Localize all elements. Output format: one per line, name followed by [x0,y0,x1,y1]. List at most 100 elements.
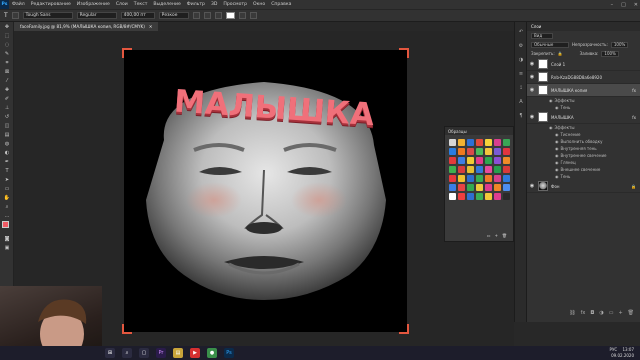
layers-panel-tab[interactable]: Слои [527,22,640,31]
align-center-button[interactable] [203,12,211,19]
brush-tool-icon[interactable]: ✐ [2,95,12,103]
maximize-icon[interactable]: □ [621,2,626,8]
color-swatch[interactable] [449,166,456,173]
color-swatch[interactable] [467,193,474,200]
color-swatch[interactable] [467,139,474,146]
color-swatch[interactable] [449,148,456,155]
youtube-app-icon[interactable]: ▶ [190,348,200,358]
fx-effect-item[interactable]: ◉ Внутренняя тень [527,145,640,152]
fx-effect-item[interactable]: ◉ Глянец [527,159,640,166]
fx-effect-item[interactable]: ◉ Выполнить обводку [527,138,640,145]
layer-row-selected[interactable]: ◉ МАЛЫШКА копия fx [527,84,640,97]
clock-time[interactable]: 13:07 [622,347,634,352]
screen-mode-icon[interactable]: ▣ [2,244,12,252]
align-right-button[interactable] [214,12,222,19]
add-mask-icon[interactable]: ◘ [590,310,594,318]
properties-icon[interactable]: ⚙ [517,42,525,50]
color-swatch[interactable] [449,193,456,200]
color-swatch[interactable] [494,157,501,164]
fx-icon[interactable]: fx [632,115,640,120]
close-icon[interactable]: ✕ [634,2,638,8]
fx-effect-item[interactable]: ◉ Внешнее свечение [527,166,640,173]
fx-effect-item[interactable]: ◉ Тень [527,104,640,111]
zoom-tool-icon[interactable]: ⌕ [2,203,12,211]
color-swatch[interactable] [449,157,456,164]
document-canvas[interactable]: МАЛЫШКА [122,48,409,334]
layer-kind-filter[interactable]: Вид [531,32,553,39]
channels-icon[interactable]: ≡ [517,70,525,78]
paths-icon[interactable]: ⟟ [517,84,525,92]
menu-3d[interactable]: 3D [208,2,220,7]
color-swatch[interactable] [485,193,492,200]
fill-input[interactable]: 100% [601,50,619,57]
menu-filter[interactable]: Фильтр [184,2,208,7]
color-swatch[interactable] [503,184,510,191]
character-panel-button[interactable] [249,12,257,19]
blur-tool-icon[interactable]: ◍ [2,140,12,148]
color-swatch[interactable] [494,139,501,146]
color-swatch[interactable] [467,148,474,155]
healing-brush-tool-icon[interactable]: ✚ [2,86,12,94]
menu-type[interactable]: Текст [131,2,151,7]
marquee-tool-icon[interactable]: ⬚ [2,32,12,40]
quick-mask-icon[interactable]: ◙ [2,235,12,243]
hand-tool-icon[interactable]: ✋ [2,194,12,202]
clone-stamp-tool-icon[interactable]: ⊥ [2,104,12,112]
photoshop-logo-icon[interactable]: Ps [0,0,9,9]
warp-text-button[interactable] [238,12,246,19]
color-swatch[interactable] [503,166,510,173]
paragraph-icon[interactable]: ¶ [517,112,525,120]
color-swatch[interactable] [458,148,465,155]
frame-tool-icon[interactable]: ⊠ [2,68,12,76]
color-swatch[interactable] [494,166,501,173]
adjustments-icon[interactable]: ◑ [517,56,525,64]
color-swatch[interactable] [503,175,510,182]
color-swatch[interactable] [476,193,483,200]
eye-icon[interactable]: ◉ [529,61,535,67]
task-view-icon[interactable]: ▢ [139,348,149,358]
fx-effect-item[interactable]: ◉ Тень [527,173,640,180]
photoshop-app-icon[interactable]: Ps [224,348,234,358]
crop-corner-top-right[interactable] [399,48,409,58]
color-swatch[interactable] [503,139,510,146]
delete-swatch-icon[interactable]: 🗑 [502,233,507,239]
new-group-icon[interactable]: ▭ [487,233,491,239]
eye-icon[interactable]: ◉ [529,87,535,93]
fx-effects-label[interactable]: ◉ Эффекты [527,97,640,104]
explorer-app-icon[interactable]: ▤ [173,348,183,358]
quick-select-tool-icon[interactable]: ✎ [2,50,12,58]
link-layers-icon[interactable]: ⛓ [569,310,575,318]
color-swatch[interactable] [503,193,510,200]
move-tool-icon[interactable]: ✥ [2,23,12,31]
align-left-button[interactable] [192,12,200,19]
color-swatch[interactable] [449,184,456,191]
color-swatch[interactable] [494,175,501,182]
color-swatch[interactable] [503,157,510,164]
blend-mode-select[interactable]: Обычные [531,41,569,48]
text-color-swatch[interactable] [225,12,235,19]
shape-tool-icon[interactable]: ▭ [2,185,12,193]
eye-icon[interactable]: ◉ [529,183,535,189]
color-picker[interactable] [0,220,14,234]
minimize-icon[interactable]: – [611,2,614,8]
layer-row[interactable]: ◉ Слой 1 [527,58,640,71]
color-swatch[interactable] [467,175,474,182]
color-swatch[interactable] [467,184,474,191]
foreground-color-swatch[interactable] [2,221,9,228]
color-swatch[interactable] [476,175,483,182]
menu-window[interactable]: Окно [250,2,268,7]
color-swatch[interactable] [458,166,465,173]
antialias-select[interactable]: Резкое [158,12,189,19]
delete-layer-icon[interactable]: 🗑 [628,310,634,318]
eraser-tool-icon[interactable]: ◫ [2,122,12,130]
search-icon[interactable]: ⌕ [122,348,132,358]
character-icon[interactable]: A [517,98,525,106]
new-layer-icon[interactable]: + [618,310,622,318]
color-swatch[interactable] [494,193,501,200]
history-brush-tool-icon[interactable]: ↺ [2,113,12,121]
color-swatch[interactable] [467,157,474,164]
color-swatch[interactable] [476,157,483,164]
eyedropper-tool-icon[interactable]: ⁄ [2,77,12,85]
color-swatch[interactable] [494,184,501,191]
layer-row-background[interactable]: ◉ Фон 🔒 [527,180,640,193]
